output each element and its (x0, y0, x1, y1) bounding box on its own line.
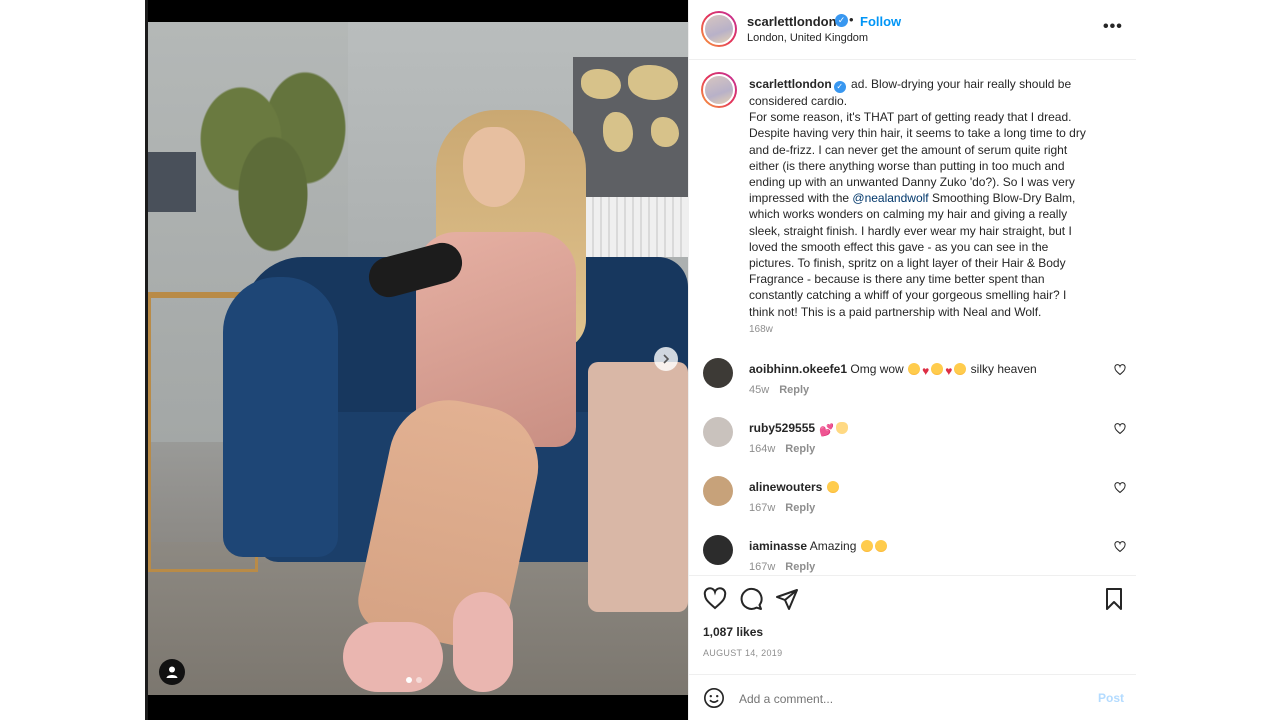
separator-dot: • (849, 12, 854, 27)
avatar[interactable] (703, 417, 733, 447)
post-date: AUGUST 14, 2019 (703, 648, 783, 658)
raising-hands-emoji (836, 422, 849, 434)
lamp-decor (148, 152, 196, 212)
add-comment-input[interactable] (739, 692, 1039, 706)
share-icon[interactable] (775, 587, 799, 611)
pink-hearts-emoji: 💕 (819, 423, 835, 437)
avatar[interactable] (701, 11, 737, 47)
comment-username[interactable]: alinewouters (749, 480, 822, 494)
comment-text: aoibhinn.okeefe1 Omg wow ♥ ♥ silky heaven (749, 362, 1037, 378)
like-comment-heart-icon[interactable] (1114, 482, 1126, 497)
heart-emoji: ♥ (922, 364, 930, 378)
heart-eyes-emoji (860, 540, 873, 552)
heart-emoji: ♥ (945, 364, 953, 378)
avatar[interactable] (703, 476, 733, 506)
instagram-post-view: scarlettlondon ✓ • Follow London, United… (0, 0, 1280, 720)
comment-item: aoibhinn.okeefe1 Omg wow ♥ ♥ silky heaven… (689, 358, 1136, 413)
comment-item: iaminasse Amazing 167w Reply (689, 535, 1136, 575)
comment-time: 167w (749, 561, 776, 573)
heart-eyes-emoji (908, 363, 921, 375)
comments-scroll-area[interactable]: scarlettlondon ✓ ad. Blow-drying your hai… (689, 60, 1136, 575)
comment-meta: 167w Reply (749, 502, 815, 514)
next-arrow-icon[interactable] (654, 347, 678, 371)
reply-button[interactable]: Reply (785, 502, 815, 514)
radiator (578, 197, 688, 257)
post-media[interactable] (148, 0, 688, 720)
verified-icon: ✓ (833, 81, 846, 93)
comment-meta: 45w Reply (749, 384, 809, 396)
like-comment-heart-icon[interactable] (1114, 541, 1126, 556)
like-comment-heart-icon[interactable] (1114, 423, 1126, 438)
mention-link[interactable]: @nealandwolf (852, 191, 928, 205)
comment-text: iaminasse Amazing (749, 539, 888, 553)
post-actions: 1,087 likes AUGUST 14, 2019 Post (689, 575, 1136, 720)
comment-item: ruby529555 💕 164w Reply (689, 417, 1136, 472)
carousel-dot (406, 677, 412, 683)
bookmark-icon[interactable] (1102, 587, 1126, 611)
comment-username[interactable]: iaminasse (749, 539, 807, 553)
post-side-panel: scarlettlondon ✓ • Follow London, United… (688, 0, 1136, 720)
caption-avatar[interactable] (701, 72, 737, 108)
comment-meta: 167w Reply (749, 561, 815, 573)
comment-username[interactable]: aoibhinn.okeefe1 (749, 362, 847, 376)
heart-eyes-emoji (954, 363, 967, 375)
emoji-icon[interactable] (703, 687, 725, 709)
blanket (588, 362, 688, 612)
caption-timestamp: 168w (749, 324, 773, 335)
likes-count[interactable]: 1,087 likes (703, 625, 763, 639)
carousel-dots (406, 677, 422, 683)
like-comment-heart-icon[interactable] (1114, 364, 1126, 379)
follow-button[interactable]: Follow (860, 14, 901, 29)
comment-time: 167w (749, 502, 776, 514)
comment-time: 164w (749, 443, 776, 455)
reply-button[interactable]: Reply (779, 384, 809, 396)
comment-meta: 164w Reply (749, 443, 815, 455)
avatar[interactable] (703, 358, 733, 388)
post-header: scarlettlondon ✓ • Follow London, United… (689, 0, 1136, 60)
post-comment-button[interactable]: Post (1098, 691, 1124, 705)
location-link[interactable]: London, United Kingdom (747, 32, 868, 44)
comment-time: 45w (749, 384, 770, 396)
comment-text: alinewouters (749, 480, 840, 494)
comment-icon[interactable] (739, 587, 763, 611)
heart-eyes-emoji (826, 481, 839, 493)
reply-button[interactable]: Reply (785, 443, 815, 455)
heart-eyes-emoji (931, 363, 944, 375)
more-icon[interactable]: ••• (1103, 18, 1123, 36)
comment-text: ruby529555 💕 (749, 421, 849, 437)
comment-username[interactable]: ruby529555 (749, 421, 815, 435)
reply-button[interactable]: Reply (785, 561, 815, 573)
comment-item: alinewouters 167w Reply (689, 476, 1136, 531)
carousel-dot (416, 677, 422, 683)
wall-art (573, 57, 688, 207)
plant-decor (193, 62, 353, 282)
caption-username[interactable]: scarlettlondon (749, 77, 832, 91)
add-comment-bar: Post (689, 674, 1136, 720)
avatar[interactable] (703, 535, 733, 565)
caption-text: scarlettlondon ✓ ad. Blow-drying your hai… (749, 77, 1086, 319)
post-photo (148, 22, 688, 695)
heart-eyes-emoji (874, 540, 887, 552)
user-tag-icon[interactable] (159, 659, 185, 685)
heart-icon[interactable] (703, 587, 727, 611)
verified-icon: ✓ (835, 14, 848, 27)
username-link[interactable]: scarlettlondon (747, 14, 837, 29)
